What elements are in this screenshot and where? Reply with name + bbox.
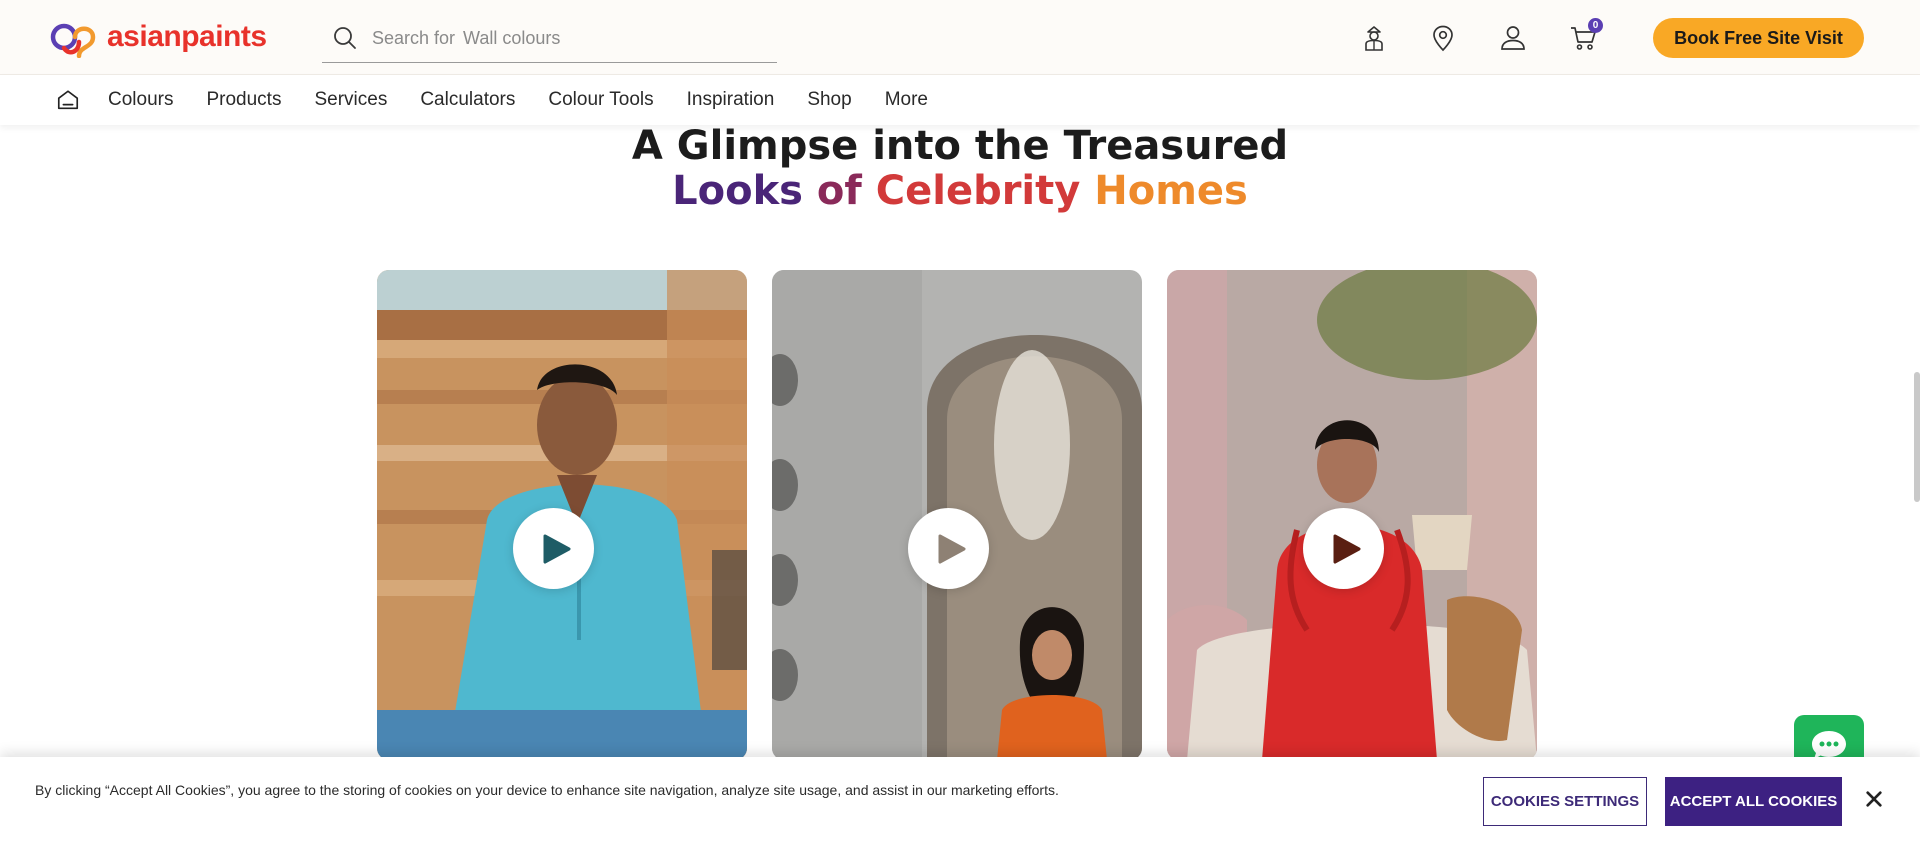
home-button[interactable] [56,87,82,113]
celebrity-video-card-3[interactable] [1167,270,1537,760]
play-button-2[interactable] [908,508,989,589]
main-nav: Colours Products Services Calculators Co… [0,75,1920,125]
nav-item-shop[interactable]: Shop [807,89,851,111]
nav-item-more[interactable]: More [885,89,928,111]
heading-word-homes: Homes [1094,168,1248,214]
play-icon [1333,534,1360,563]
celebrity-video-card-1[interactable] [377,270,747,760]
nav-item-products[interactable]: Products [206,89,281,111]
play-button-3[interactable] [1303,508,1384,589]
page-scrollbar[interactable] [1914,372,1920,502]
accept-all-cookies-button[interactable]: ACCEPT ALL COOKIES [1665,777,1842,826]
search-input[interactable] [463,27,764,49]
play-icon [938,534,965,563]
nav-item-calculators[interactable]: Calculators [420,89,515,111]
nav-item-inspiration[interactable]: Inspiration [687,89,775,111]
heading-word-looks: Looks [672,168,803,214]
brand-name: asianpaints [107,20,267,53]
site-header: asianpaints Search for Wall colours 0 Bo… [0,0,1920,75]
user-icon [1501,26,1525,50]
home-icon [57,90,79,110]
play-icon [543,534,570,563]
celebrity-video-card-2[interactable] [772,270,1142,760]
nav-item-colour-tools[interactable]: Colour Tools [548,89,653,111]
play-button-1[interactable] [513,508,594,589]
heading-line-2: Looks of Celebrity Homes [0,169,1920,214]
book-site-visit-button[interactable]: Book Free Site Visit [1653,18,1864,58]
asianpaints-logo[interactable]: asianpaints [49,16,267,58]
painter-button[interactable] [1358,22,1390,54]
cart-count-badge: 0 [1588,18,1603,33]
cookies-settings-button[interactable]: COOKIES SETTINGS [1483,777,1647,826]
search-bar[interactable]: Search for [322,14,777,63]
section-heading: A Glimpse into the Treasured Looks of Ce… [0,124,1920,214]
cart-button[interactable]: 0 [1567,18,1603,54]
cookie-close-button[interactable] [1862,787,1886,811]
painter-icon [1365,26,1383,51]
location-pin-icon [1433,25,1453,52]
close-icon [1866,791,1882,807]
account-button[interactable] [1497,22,1529,54]
cookie-consent-text: By clicking “Accept All Cookies”, you ag… [35,782,1059,798]
store-locator-button[interactable] [1427,22,1459,54]
search-icon [334,27,356,49]
cookie-consent-banner: By clicking “Accept All Cookies”, you ag… [0,757,1920,847]
heading-word-of: of [816,168,862,214]
nav-item-colours[interactable]: Colours [108,89,173,111]
heading-word-celebrity: Celebrity [875,168,1081,214]
nav-item-services[interactable]: Services [314,89,387,111]
search-prefix-label: Search for [372,27,456,48]
logo-mark-icon [50,23,96,58]
heading-line-1: A Glimpse into the Treasured [631,123,1289,169]
